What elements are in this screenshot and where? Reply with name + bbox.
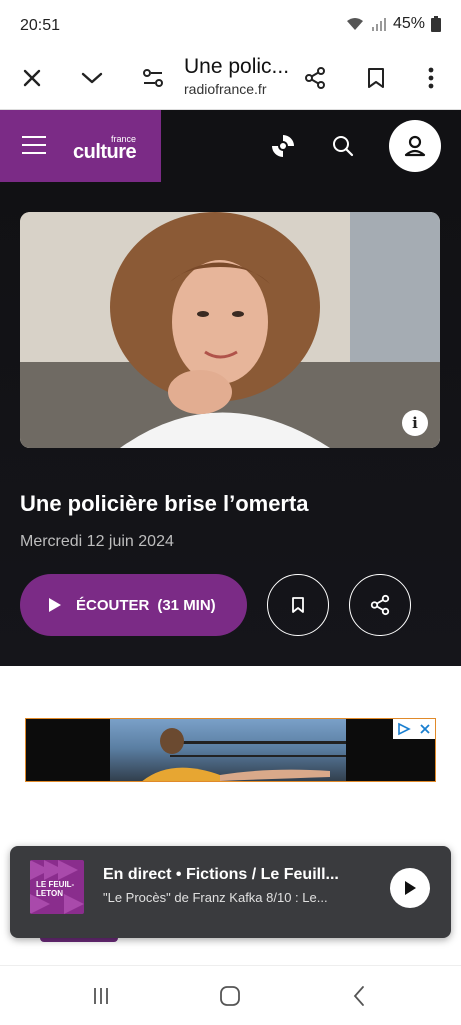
- player-thumbnail: LE FEUIL-LETON: [30, 860, 84, 914]
- user-icon: [404, 135, 426, 157]
- share-icon: [305, 67, 325, 89]
- chevron-down-icon: [81, 72, 103, 84]
- url-display[interactable]: Une polic... radiofrance.fr: [184, 55, 294, 97]
- bookmark-page-button[interactable]: [356, 58, 396, 98]
- more-icon: [428, 67, 434, 89]
- share-page-button[interactable]: [295, 58, 335, 98]
- signal-icon: [371, 18, 386, 31]
- play-icon: [405, 881, 416, 895]
- search-icon: [333, 136, 354, 157]
- battery-icon: [431, 16, 441, 32]
- back-button[interactable]: [344, 984, 374, 1008]
- home-button[interactable]: [215, 984, 245, 1008]
- page-settings-button[interactable]: [133, 58, 173, 98]
- more-options-button[interactable]: [411, 58, 451, 98]
- close-tab-button[interactable]: [12, 58, 52, 98]
- logo-block: france culture: [0, 110, 161, 182]
- close-icon: [23, 69, 41, 87]
- minimize-button[interactable]: [72, 58, 112, 98]
- back-icon: [353, 986, 364, 1006]
- system-nav-bar: [0, 965, 461, 1025]
- search-button[interactable]: [327, 130, 359, 162]
- account-button[interactable]: [389, 120, 441, 172]
- browser-toolbar: Une polic... radiofrance.fr: [0, 48, 461, 110]
- player-title: En direct • Fictions / Le Feuill...: [103, 866, 339, 883]
- battery-percent: 45%: [392, 15, 425, 32]
- page-title: Une polic...: [184, 55, 290, 78]
- status-icons: 45%: [345, 15, 441, 33]
- status-time: 20:51: [20, 17, 61, 34]
- article-title: Une policière brise l’omerta: [20, 491, 309, 516]
- thumbnail-label: LE FEUIL-LETON: [36, 880, 75, 898]
- home-icon: [220, 986, 240, 1006]
- wifi-icon: [346, 18, 363, 30]
- ad-choices[interactable]: [393, 719, 435, 739]
- status-bar: 20:51 45%: [0, 0, 461, 48]
- logo-big-text: culture: [73, 141, 137, 163]
- radiofrance-link[interactable]: [267, 130, 299, 162]
- listen-button[interactable]: ÉCOUTER (31 MIN): [20, 574, 247, 636]
- article-date: Mercredi 12 juin 2024: [20, 533, 174, 550]
- article-hero: i Une policière brise l’omerta Mercredi …: [0, 182, 461, 666]
- share-article-button[interactable]: [349, 574, 411, 636]
- ad-image: [110, 719, 346, 781]
- bookmark-icon: [292, 597, 304, 613]
- close-icon: [420, 724, 430, 734]
- ad-banner[interactable]: [25, 718, 436, 782]
- page-domain: radiofrance.fr: [184, 81, 267, 97]
- site-header: france culture: [0, 110, 461, 182]
- player-play-button[interactable]: [390, 868, 430, 908]
- listen-label: ÉCOUTER: [76, 596, 150, 614]
- image-info-button[interactable]: i: [402, 410, 428, 436]
- menu-icon[interactable]: [22, 136, 46, 156]
- play-icon: [49, 598, 61, 612]
- article-image: i: [20, 212, 440, 448]
- portrait-illustration: [20, 212, 440, 448]
- adchoices-icon: [398, 722, 411, 736]
- bookmark-icon: [368, 68, 384, 88]
- recents-icon: [94, 988, 108, 1004]
- radiofrance-icon: [272, 135, 294, 157]
- bookmark-article-button[interactable]: [267, 574, 329, 636]
- share-icon: [370, 594, 390, 616]
- live-player[interactable]: LE FEUIL-LETON En direct • Fictions / Le…: [10, 846, 451, 938]
- recents-button[interactable]: [86, 984, 116, 1008]
- listen-duration: (31 MIN): [157, 596, 216, 614]
- page-settings-icon: [143, 69, 163, 87]
- player-subtitle: "Le Procès" de Franz Kafka 8/10 : Le...: [103, 890, 328, 905]
